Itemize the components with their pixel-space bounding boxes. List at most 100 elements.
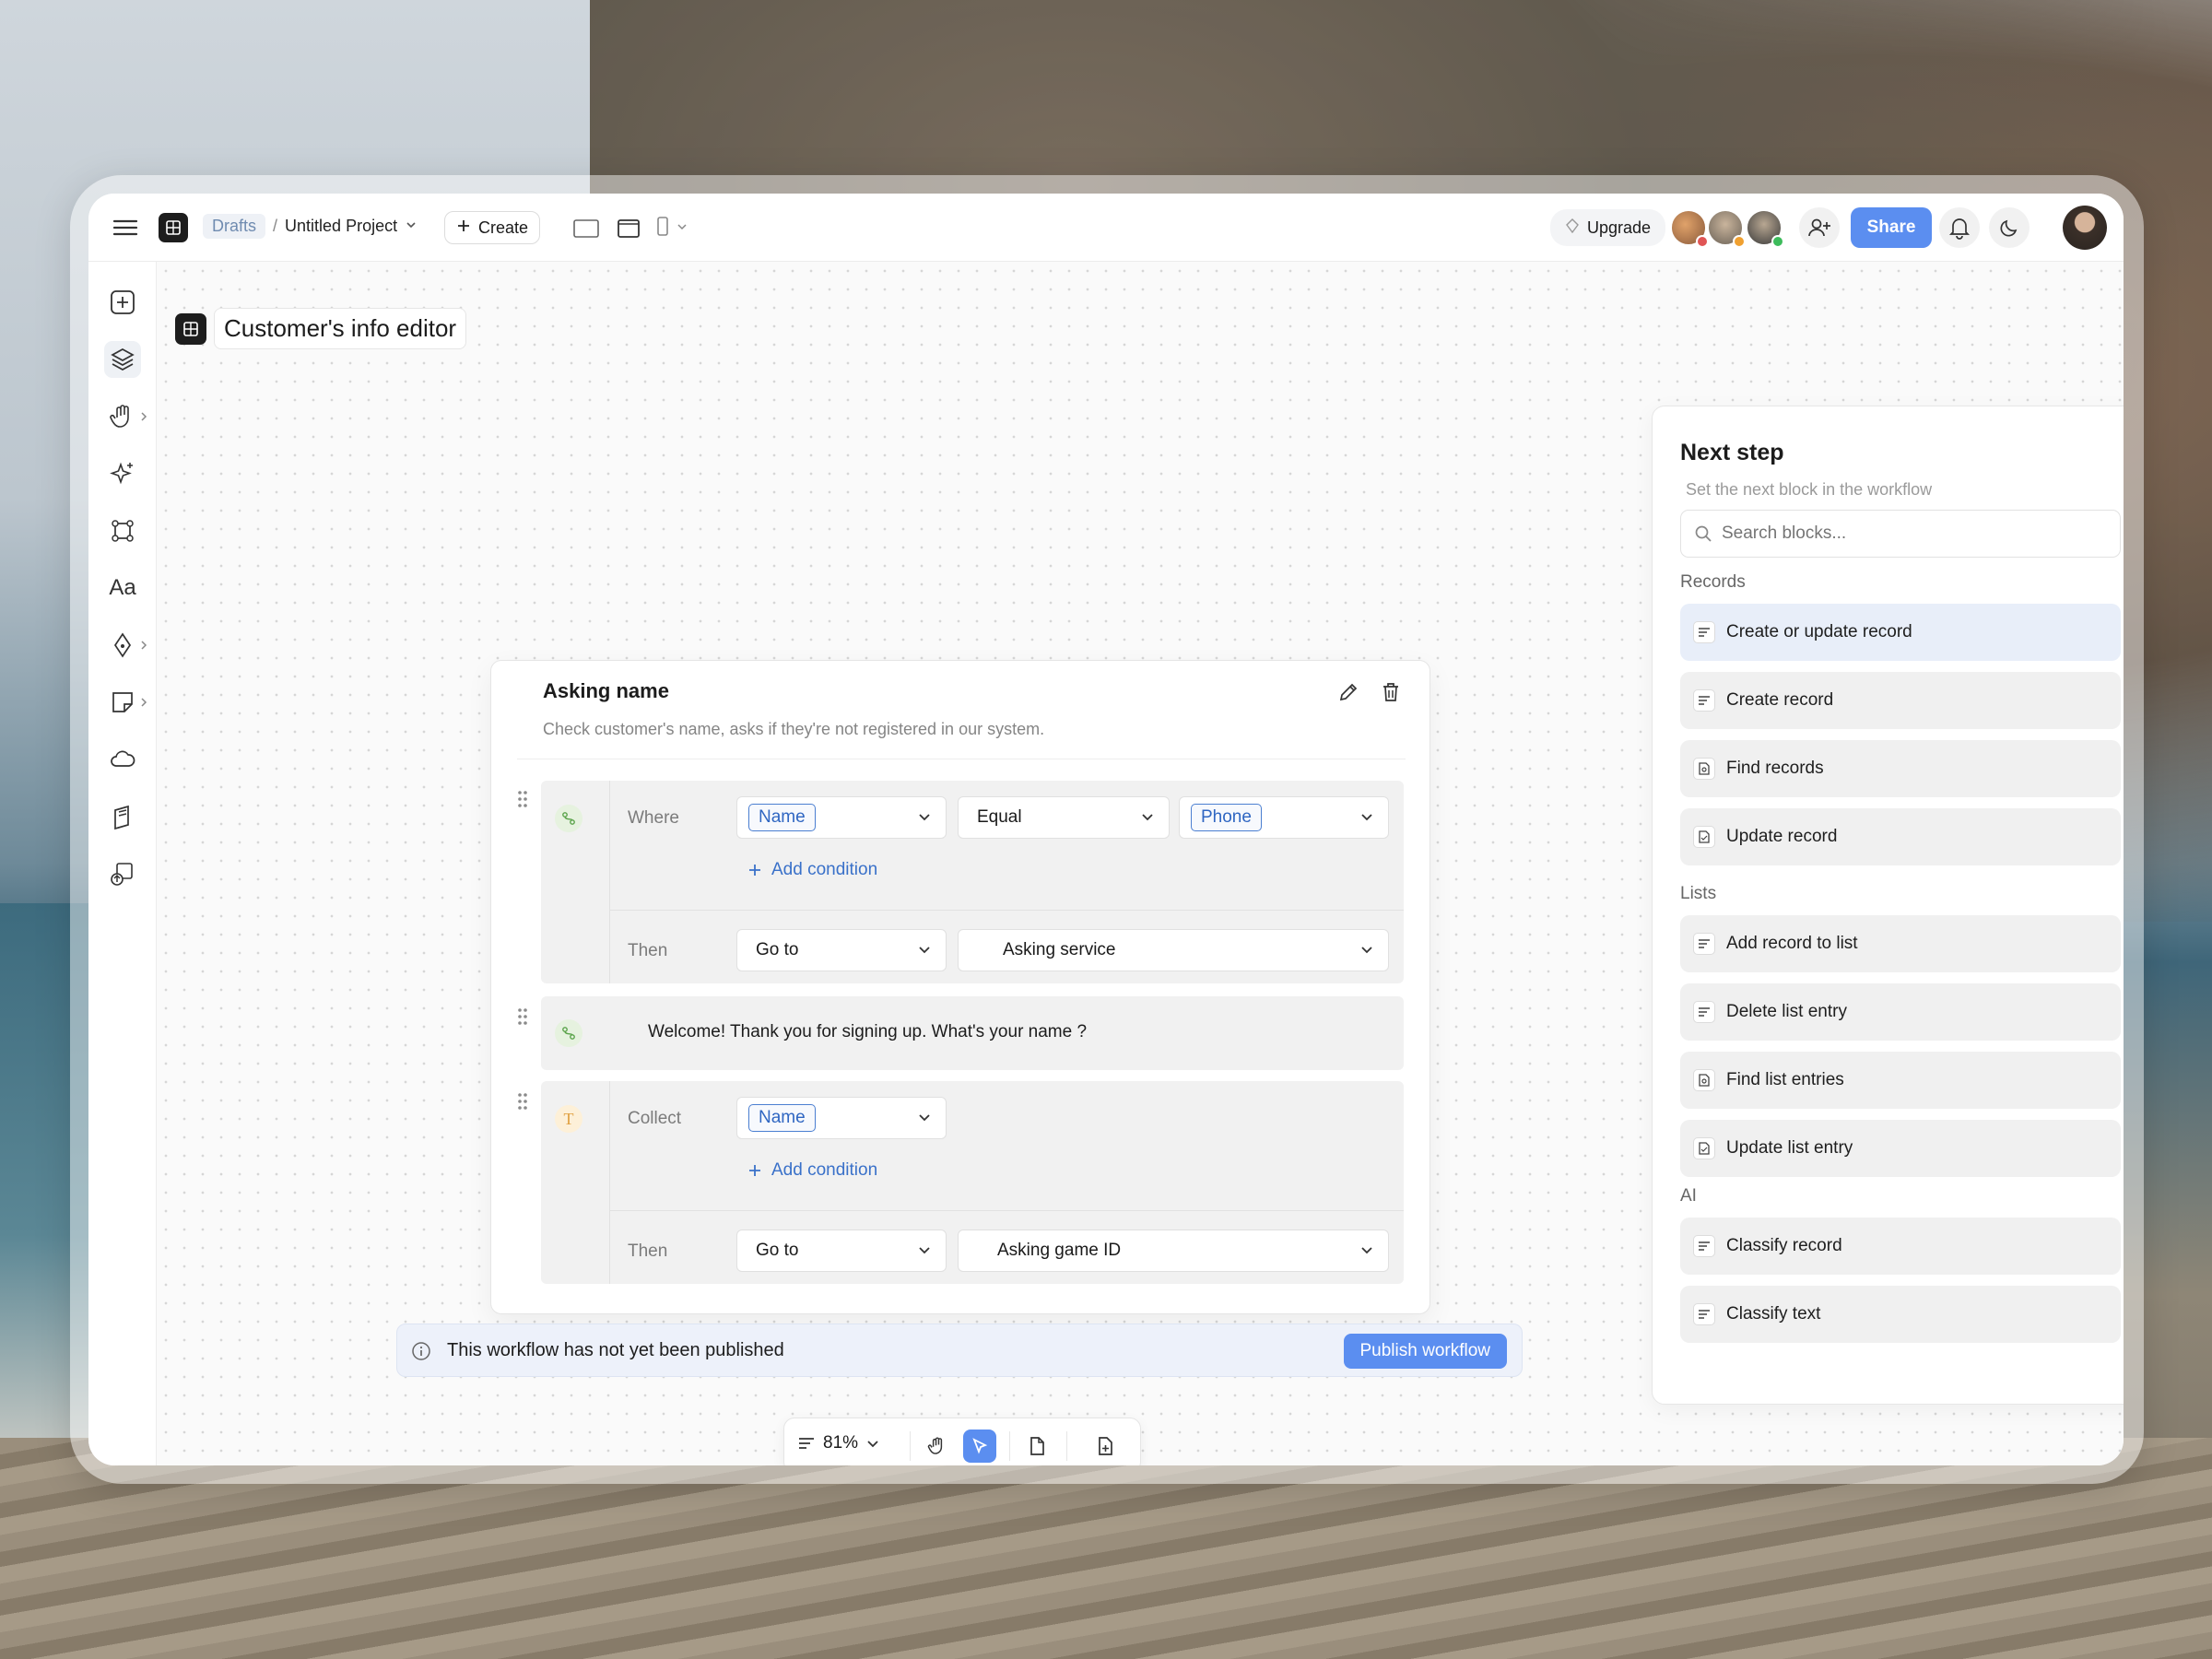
drag-handle-icon[interactable] [517,1007,528,1030]
target-select[interactable]: Asking service [958,929,1389,971]
zoom-select[interactable]: 81% [797,1433,880,1453]
text-type-icon: T [555,1105,582,1133]
upload-files-icon[interactable] [104,855,141,892]
hand-tool-icon[interactable] [104,398,147,435]
page-icon[interactable] [1020,1430,1053,1463]
breadcrumb-drafts[interactable]: Drafts [203,214,266,239]
target-select[interactable]: Asking game ID [958,1230,1389,1272]
frame-icon[interactable] [104,512,141,549]
action-select[interactable]: Go to [736,929,947,971]
block-classify-text[interactable]: Classify text [1680,1286,2121,1343]
workflow-title[interactable]: Customer's info editor [214,308,467,349]
section-ai-label: AI [1680,1186,1697,1206]
trash-icon[interactable] [1376,677,1406,707]
block-label: Find list entries [1726,1070,1844,1089]
panel-title: Next step [1680,440,1784,465]
collect-field-select[interactable]: Name [736,1097,947,1139]
message-block[interactable]: Welcome! Thank you for signing up. What'… [541,996,1404,1070]
desktop-view-icon[interactable] [571,216,601,241]
chevron-down-icon [919,1114,930,1122]
create-button[interactable]: Create [444,211,541,244]
share-label: Share [1866,218,1916,237]
workflow-canvas[interactable]: Customer's info editor Asking name Check… [157,262,2124,1465]
block-create-record[interactable]: Create record [1680,672,2121,729]
project-name[interactable]: Untitled Project [285,217,397,236]
chevron-down-icon [1142,814,1153,821]
bell-icon[interactable] [1939,207,1980,248]
layers-icon[interactable] [104,341,141,378]
block-update-list-entry[interactable]: Update list entry [1680,1120,2121,1177]
chevron-down-icon[interactable] [405,217,418,236]
app-window: Drafts / Untitled Project Create Upgrade [88,194,2124,1465]
chevron-down-icon [1361,1247,1372,1254]
section-lists-label: Lists [1680,884,1717,903]
block-classify-record[interactable]: Classify record [1680,1218,2121,1275]
divider [1009,1431,1010,1461]
cloud-icon[interactable] [104,741,141,778]
diamond-icon [1565,218,1580,238]
block-label: Classify record [1726,1236,1842,1255]
library-icon[interactable] [104,798,141,835]
action-value: Go to [756,940,799,959]
workflow-title-chip[interactable]: Customer's info editor [175,308,467,349]
block-search[interactable] [1680,510,2121,558]
sticky-note-icon[interactable] [104,684,147,721]
block-create-or-update-record[interactable]: Create or update record [1680,604,2121,661]
block-find-records[interactable]: Find records [1680,740,2121,797]
block-find-list-entries[interactable]: Find list entries [1680,1052,2121,1109]
block-delete-list-entry[interactable]: Delete list entry [1680,983,2121,1041]
text-icon[interactable]: Aa [104,570,141,606]
status-badge [1696,235,1709,248]
step-description: Check customer's name, asks if they're n… [543,720,1045,738]
add-page-icon[interactable] [1088,1430,1122,1463]
block-label: Update list entry [1726,1138,1853,1158]
logo-icon [159,213,188,242]
sparkle-icon[interactable] [104,455,141,492]
target-value: Asking game ID [997,1241,1122,1260]
share-button[interactable]: Share [1851,207,1932,248]
search-input[interactable] [1722,524,2090,544]
operator-select[interactable]: Equal [958,796,1170,839]
add-condition-button[interactable]: Add condition [747,860,877,880]
block-label: Add record to list [1726,934,1858,953]
hand-tool-icon[interactable] [921,1430,954,1463]
chevron-down-icon [1361,947,1372,954]
drag-handle-icon[interactable] [517,790,528,813]
app-logo[interactable] [159,213,188,242]
add-condition-button[interactable]: Add condition [747,1160,877,1181]
mobile-view-icon[interactable] [656,216,688,238]
collaborator-avatars[interactable] [1670,209,1784,250]
action-value: Go to [756,1241,799,1260]
section-records-label: Records [1680,572,1746,592]
value-select[interactable]: Phone [1179,796,1389,839]
edit-icon[interactable] [1334,677,1363,707]
dark-mode-icon[interactable] [1989,207,2030,248]
field-select[interactable]: Name [736,796,947,839]
upgrade-button[interactable]: Upgrade [1550,209,1666,246]
add-condition-label: Add condition [771,1160,878,1180]
chevron-right-icon [141,641,147,650]
add-icon[interactable] [104,284,141,321]
target-value: Asking service [1003,940,1116,959]
step-title: Asking name [543,679,669,702]
menu-icon[interactable] [107,209,144,246]
publish-workflow-button[interactable]: Publish workflow [1343,1334,1507,1369]
block-label: Create record [1726,690,1834,710]
status-badge [1733,235,1746,248]
divider [609,781,610,983]
pointer-tool-icon[interactable] [963,1430,996,1463]
block-update-record[interactable]: Update record [1680,808,2121,865]
branch-icon [555,805,582,832]
workflow-step-card[interactable]: Asking name Check customer's name, asks … [490,660,1430,1314]
value-tag: Phone [1191,804,1262,831]
chevron-right-icon [141,412,147,421]
add-user-icon[interactable] [1799,207,1840,248]
pen-icon[interactable] [104,627,147,664]
block-add-record-to-list[interactable]: Add record to list [1680,915,2121,972]
find-block-icon [1693,758,1715,780]
action-select[interactable]: Go to [736,1230,947,1272]
divider [609,1210,1404,1211]
user-avatar[interactable] [2063,206,2107,250]
tablet-view-icon[interactable] [614,216,643,241]
drag-handle-icon[interactable] [517,1092,528,1115]
